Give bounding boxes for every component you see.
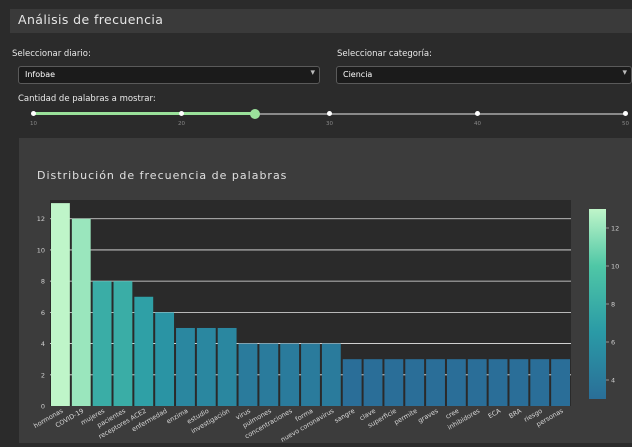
y-tick-label: 10 <box>37 246 45 254</box>
y-tick-label: 4 <box>41 340 45 348</box>
bar <box>426 359 445 406</box>
bar <box>488 359 508 406</box>
frequency-chart: Distribución de frecuencia de palabras 0… <box>32 169 619 444</box>
bar <box>217 327 237 406</box>
category-select-value: Ciencia <box>343 70 373 79</box>
colorbar <box>589 209 606 399</box>
slider-tick-label: 40 <box>474 121 481 127</box>
bar <box>71 218 91 406</box>
bar <box>134 296 154 406</box>
x-tick-label: ECA <box>487 407 503 421</box>
slider-tick-dot <box>178 111 184 116</box>
slider-tick-dot <box>30 111 36 116</box>
bar <box>405 359 425 406</box>
bar <box>384 359 404 406</box>
chevron-down-icon: ▾ <box>310 68 315 78</box>
slider-tick-label: 20 <box>178 121 185 127</box>
bar <box>363 359 383 406</box>
bar <box>301 343 320 406</box>
chart-panel: Distribución de frecuencia de palabras 0… <box>19 138 632 444</box>
bar <box>467 359 487 406</box>
colorbar-tick-label: 8 <box>611 301 615 309</box>
newspaper-label: Seleccionar diario: <box>12 49 91 59</box>
category-label: Seleccionar categoría: <box>337 49 432 59</box>
y-tick-label: 0 <box>41 403 45 411</box>
y-tick-label: 6 <box>41 309 45 317</box>
x-tick-label: enzima <box>165 407 189 426</box>
words-count-label: Cantidad de palabras a mostrar: <box>18 94 156 104</box>
bar <box>238 343 258 406</box>
colorbar-tick-label: 4 <box>611 377 615 385</box>
bar <box>530 359 550 406</box>
newspaper-select[interactable]: Infobae ▾ <box>18 66 320 84</box>
bar <box>51 203 70 406</box>
colorbar-tick-label: 6 <box>611 339 615 347</box>
bar <box>321 343 341 406</box>
chart-title: Distribución de frecuencia de palabras <box>37 169 287 182</box>
bar <box>551 359 570 406</box>
slider-tick-label: 50 <box>622 121 629 127</box>
x-tick-label: sangre <box>333 407 356 425</box>
bar <box>259 343 279 406</box>
slider-tick-dot <box>326 111 332 116</box>
bar <box>155 312 175 406</box>
bar <box>342 359 362 406</box>
app-title: Análisis de frecuencia <box>18 12 164 27</box>
x-tick-label: BRA <box>507 407 523 421</box>
bar <box>196 327 216 406</box>
colorbar-tick-label: 10 <box>611 263 619 271</box>
y-tick-label: 12 <box>37 215 45 223</box>
bar <box>280 343 300 406</box>
bar <box>509 359 529 406</box>
app-header: Análisis de frecuencia <box>10 9 632 33</box>
bar <box>176 327 195 406</box>
bar <box>113 281 133 406</box>
chevron-down-icon: ▾ <box>622 68 627 78</box>
x-tick-label: graves <box>416 406 440 424</box>
slider-tick-label: 10 <box>30 121 37 127</box>
slider-fill <box>33 112 255 115</box>
x-tick-label: permite <box>393 407 419 427</box>
newspaper-select-value: Infobae <box>25 70 56 79</box>
colorbar-tick-label: 12 <box>611 225 619 233</box>
bar <box>92 281 112 406</box>
slider-tick-dot <box>622 111 628 116</box>
y-tick-label: 8 <box>41 278 45 286</box>
slider-tick-label: 30 <box>326 121 333 127</box>
slider-tick-dot <box>474 111 480 116</box>
bar <box>446 359 466 406</box>
category-select[interactable]: Ciencia ▾ <box>336 66 632 84</box>
y-tick-label: 2 <box>41 371 45 379</box>
slider-handle[interactable] <box>250 109 260 119</box>
